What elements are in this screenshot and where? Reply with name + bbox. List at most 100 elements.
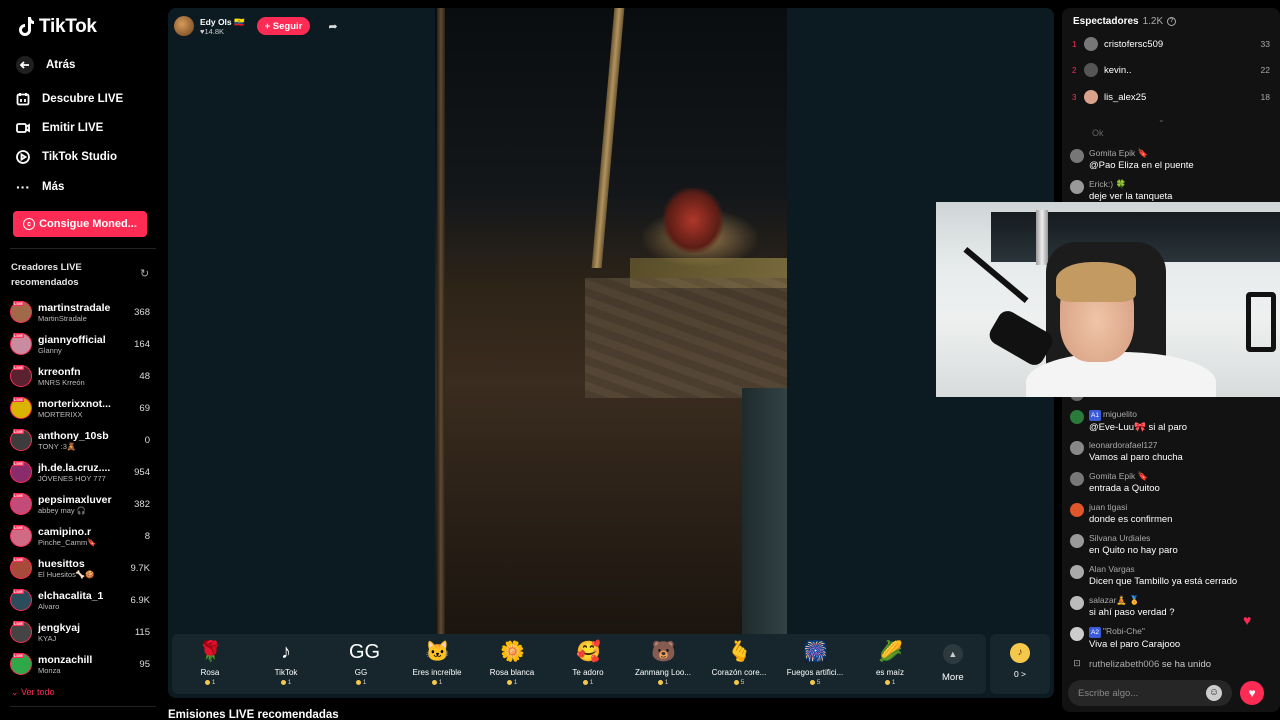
video-pole-left — [437, 8, 445, 634]
chat-username[interactable]: Erick:) 🍀 — [1089, 179, 1126, 189]
chat-user-avatar[interactable] — [1070, 180, 1084, 194]
creator-viewer-count: 69 — [139, 402, 150, 414]
play-square-icon — [16, 150, 30, 164]
gift-item[interactable]: 🥰 Te adoro 1 — [550, 640, 626, 686]
chat-username-row[interactable]: juan tigasi — [1089, 502, 1172, 513]
nav-discover-live-label: Descubre LIVE — [42, 93, 124, 105]
creator-item[interactable]: LIVE pepsimaxluver abbey may 🎧 382 — [10, 488, 150, 520]
streamer-name[interactable]: Edy Ols 🇪🇨 — [200, 17, 245, 27]
nav-discover-live[interactable]: Descubre LIVE — [16, 92, 123, 106]
nav-go-live[interactable]: Emitir LIVE — [16, 121, 103, 135]
chat-user-avatar[interactable] — [1070, 441, 1084, 455]
chat-username-row[interactable]: leonardorafael127 — [1089, 440, 1183, 451]
creator-item[interactable]: LIVE morterixxnot... MORTERIXX 69 — [10, 392, 150, 424]
chat-username-row[interactable]: Alan Vargas — [1089, 564, 1237, 575]
creator-item[interactable]: LIVE camipino.r Pinche_Camm🔖 8 — [10, 520, 150, 552]
creator-viewer-count: 6.9K — [130, 594, 150, 606]
gift-icon: 🎆 — [803, 641, 828, 663]
chat-username[interactable]: juan tigasi — [1089, 502, 1127, 512]
gift-item[interactable]: 🎆 Fuegos artifici... 5 — [777, 640, 853, 686]
chat-input[interactable]: Escribe algo... ☺ — [1068, 680, 1232, 706]
top-viewer-row[interactable]: 1 cristofersc509 33 — [1072, 34, 1270, 54]
info-icon[interactable]: ? — [1167, 17, 1177, 26]
chat-user-avatar[interactable] — [1070, 534, 1084, 548]
chat-user-avatar[interactable] — [1070, 565, 1084, 579]
like-heart-button[interactable]: ♥ — [1240, 681, 1264, 705]
creator-item[interactable]: LIVE jh.de.la.cruz.... JÓVENES HOY 777 954 — [10, 456, 150, 488]
creator-item[interactable]: LIVE anthony_10sb TONY :3🧸 0 — [10, 424, 150, 456]
creator-item[interactable]: LIVE martinstradale MartinStradale 368 — [10, 296, 150, 328]
chat-user-avatar[interactable] — [1070, 503, 1084, 517]
viewer-name: kevin.. — [1104, 64, 1132, 76]
chevron-down-icon[interactable]: ⌄ — [1158, 115, 1165, 124]
creator-name: giannyofficial — [38, 333, 106, 346]
refresh-icon[interactable]: ↻ — [140, 269, 151, 280]
chat-user-avatar[interactable] — [1070, 149, 1084, 163]
nav-more-label: Más — [42, 181, 65, 193]
top-viewer-row[interactable]: 2 kevin.. 22 — [1072, 60, 1270, 80]
creator-name: monzachill — [38, 653, 93, 666]
creator-name: huesittos — [38, 557, 85, 570]
nav-back[interactable]: Atrás — [16, 56, 75, 74]
creator-item[interactable]: LIVE elchacalita_1 Alvaro 6.9K — [10, 584, 150, 616]
creator-name: camipino.r — [38, 525, 92, 538]
chat-username[interactable]: Gomita Epik 🔖 — [1089, 471, 1148, 481]
chat-username-row[interactable]: A2 "Robi-Che" — [1089, 626, 1180, 638]
gift-item[interactable]: 🐱 Eres increíble 1 — [399, 640, 475, 686]
nav-tiktok-studio[interactable]: TikTok Studio — [16, 150, 117, 164]
chat-username-row[interactable]: Gomita Epik 🔖 — [1089, 148, 1194, 159]
chat-user-avatar[interactable] — [1070, 596, 1084, 610]
chat-username-row[interactable]: Silvana Urdiales — [1089, 533, 1178, 544]
gift-item[interactable]: GG GG 1 — [323, 640, 399, 686]
chat-username-row[interactable]: Erick:) 🍀 — [1089, 179, 1172, 190]
gift-item[interactable]: 🌼 Rosa blanca 1 — [474, 640, 550, 686]
gift-item[interactable]: 🌹 Rosa 1 — [172, 640, 248, 686]
chat-text: donde es confirmen — [1089, 514, 1173, 525]
live-badge: LIVE — [13, 365, 24, 370]
get-coins-button[interactable]: c Consigue Moned... — [13, 211, 147, 237]
creator-item[interactable]: LIVE huesittos El Huesitos🦴🍪 9.7K — [10, 552, 150, 584]
chat-message: Gomita Epik 🔖 entrada a Quitoo — [1070, 471, 1270, 495]
share-icon[interactable]: ➦ — [328, 20, 340, 33]
live-badge: LIVE — [13, 653, 24, 658]
gift-item[interactable]: ♪ TikTok 1 — [248, 640, 324, 686]
more-gifts-button[interactable]: ▲ More — [942, 644, 964, 683]
see-all-link[interactable]: ⌄ Ver todo — [11, 687, 55, 698]
gift-item[interactable]: 🐻 Zanmang Loo... 1 — [625, 640, 701, 686]
chat-username[interactable]: Gomita Epik 🔖 — [1089, 148, 1148, 158]
tiktok-logo[interactable]: TikTok — [16, 16, 97, 38]
chat-username[interactable]: Alan Vargas — [1089, 564, 1135, 574]
nav-go-live-label: Emitir LIVE — [42, 122, 104, 134]
chat-username[interactable]: salazar🧘 🏅 — [1089, 595, 1140, 605]
chat-username[interactable]: "Robi-Che" — [1103, 626, 1145, 636]
live-video[interactable] — [435, 8, 787, 634]
chat-username-row[interactable]: Gomita Epik 🔖 — [1089, 471, 1160, 482]
coin-icon — [506, 679, 512, 685]
creator-item[interactable]: LIVE monzachill Monza 95 — [10, 648, 150, 680]
chat-username[interactable]: Silvana Urdiales — [1089, 533, 1150, 543]
gift-icon: GG — [349, 641, 381, 663]
creator-item[interactable]: LIVE krreonfn MNRS Krreón 48 — [10, 360, 150, 392]
chat-username[interactable]: miguelito — [1103, 409, 1137, 419]
coin-balance-button[interactable]: ♪ 0 > — [990, 634, 1050, 694]
chat-user-avatar[interactable] — [1070, 627, 1084, 641]
follow-button[interactable]: + Seguir — [256, 17, 311, 35]
chat-message: A1 miguelito @Eve-Luu🎀 si al paro — [1070, 409, 1270, 434]
creator-item[interactable]: LIVE giannyofficial Glanny 164 — [10, 328, 150, 360]
chat-username-row[interactable]: A1 miguelito — [1089, 409, 1187, 421]
chat-user-avatar[interactable] — [1070, 472, 1084, 486]
live-badge: LIVE — [13, 589, 24, 594]
nav-more[interactable]: ··· Más — [16, 180, 64, 194]
gift-item[interactable]: 🫰 Corazón core... 5 — [701, 640, 777, 686]
chat-username[interactable]: leonardorafael127 — [1089, 440, 1158, 450]
creator-item[interactable]: LIVE jengkyaj KYAJ 115 — [10, 616, 150, 648]
chat-user-avatar[interactable] — [1070, 410, 1084, 424]
top-viewer-row[interactable]: 3 lis_alex25 18 — [1072, 87, 1270, 107]
gift-item[interactable]: 🌽 es maíz 1 — [852, 640, 928, 686]
emoji-icon[interactable]: ☺ — [1206, 685, 1222, 701]
chat-username-row[interactable]: salazar🧘 🏅 — [1089, 595, 1175, 606]
join-user[interactable]: ruthelizabeth006 — [1089, 659, 1159, 670]
more-gifts-label: More — [942, 672, 964, 683]
streamer-avatar[interactable] — [174, 16, 194, 36]
creator-viewer-count: 9.7K — [130, 562, 150, 574]
